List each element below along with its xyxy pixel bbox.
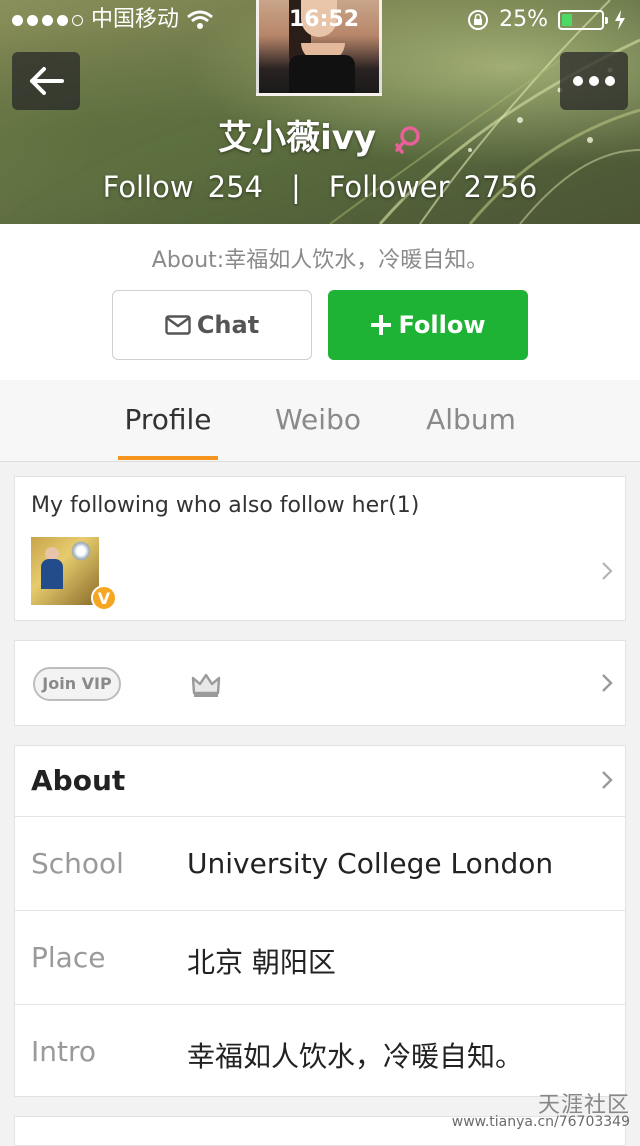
status-bar: 中国移动 16:52 25% [0,0,640,40]
battery-percent: 25% [499,7,548,32]
follower-stat[interactable]: Follower 2756 [329,170,538,204]
profile-intro-area: About:幸福如人饮水，冷暖自知。 Chat Follow [0,224,640,380]
about-summary: About:幸福如人饮水，冷暖自知。 [151,248,489,273]
active-tab-indicator [118,456,218,460]
chevron-right-icon[interactable] [601,770,613,790]
wifi-icon [187,10,213,29]
plus-icon [371,315,392,335]
about-title: About [31,764,126,797]
follow-button-label: Follow [398,311,486,339]
following-count: 254 [207,170,263,204]
watermark-url: www.tianya.cn/76703349 [451,1114,630,1130]
profile-name-line: 艾小薇ivy [0,110,640,159]
signal-strength-icon [12,14,83,26]
watermark-title: 天涯社区 [537,1093,630,1118]
about-card: About School University College London P… [14,745,626,1097]
status-time: 16:52 [289,7,360,32]
chevron-right-icon [602,562,613,580]
tab-weibo[interactable]: Weibo [262,380,374,460]
verified-badge: V [91,585,117,611]
stats-separator: | [291,170,301,204]
chevron-right-icon [602,674,613,692]
about-row-label: Intro [31,1035,97,1068]
chat-button[interactable]: Chat [112,290,312,360]
lock-rotation-icon [468,10,489,30]
mail-icon [165,315,191,335]
follow-button[interactable]: Follow [328,290,528,360]
back-button[interactable] [12,52,80,110]
about-row-value: 北京 朝阳区 [187,946,336,979]
charging-icon [615,10,625,30]
about-row-intro: Intro 幸福如人饮水，冷暖自知。 [15,1004,625,1099]
mutual-follower-avatar[interactable] [31,537,99,605]
crown-icon [191,673,221,697]
profile-header: 中国移动 16:52 25% 艾小薇ivy Follow 254 | Follo… [0,0,640,224]
about-row-label: Place [31,941,106,974]
tab-album[interactable]: Album [414,380,528,460]
more-options-button[interactable] [560,52,628,110]
battery-icon [558,10,608,30]
watermark: 天涯社区 www.tianya.cn/76703349 [451,1093,630,1131]
vip-card[interactable]: Join VIP [14,640,626,726]
follower-label: Follower [328,170,450,204]
follower-count: 2756 [463,170,538,204]
about-row-school: School University College London [15,816,625,911]
join-vip-badge[interactable]: Join VIP [33,667,121,701]
mutual-followers-card[interactable]: My following who also follow her(1) V [14,476,626,621]
more-dots-icon [573,76,615,86]
chat-button-label: Chat [196,311,260,339]
about-row-place: Place 北京 朝阳区 [15,910,625,1005]
following-label: Follow [102,170,194,204]
follow-stats: Follow 254 | Follower 2756 [0,170,640,204]
following-stat[interactable]: Follow 254 [103,170,263,204]
about-row-label: School [31,847,124,880]
about-row-value: 幸福如人饮水，冷暖自知。 [187,1040,524,1073]
profile-name: 艾小薇ivy [218,118,377,158]
profile-tabs: Profile Weibo Album [0,380,640,462]
female-icon [395,125,420,154]
tab-profile[interactable]: Profile [118,380,218,460]
mutual-followers-title: My following who also follow her(1) [31,493,420,518]
carrier-name: 中国移动 [91,7,180,32]
about-row-value: University College London [187,847,554,880]
back-arrow-icon [30,67,64,95]
